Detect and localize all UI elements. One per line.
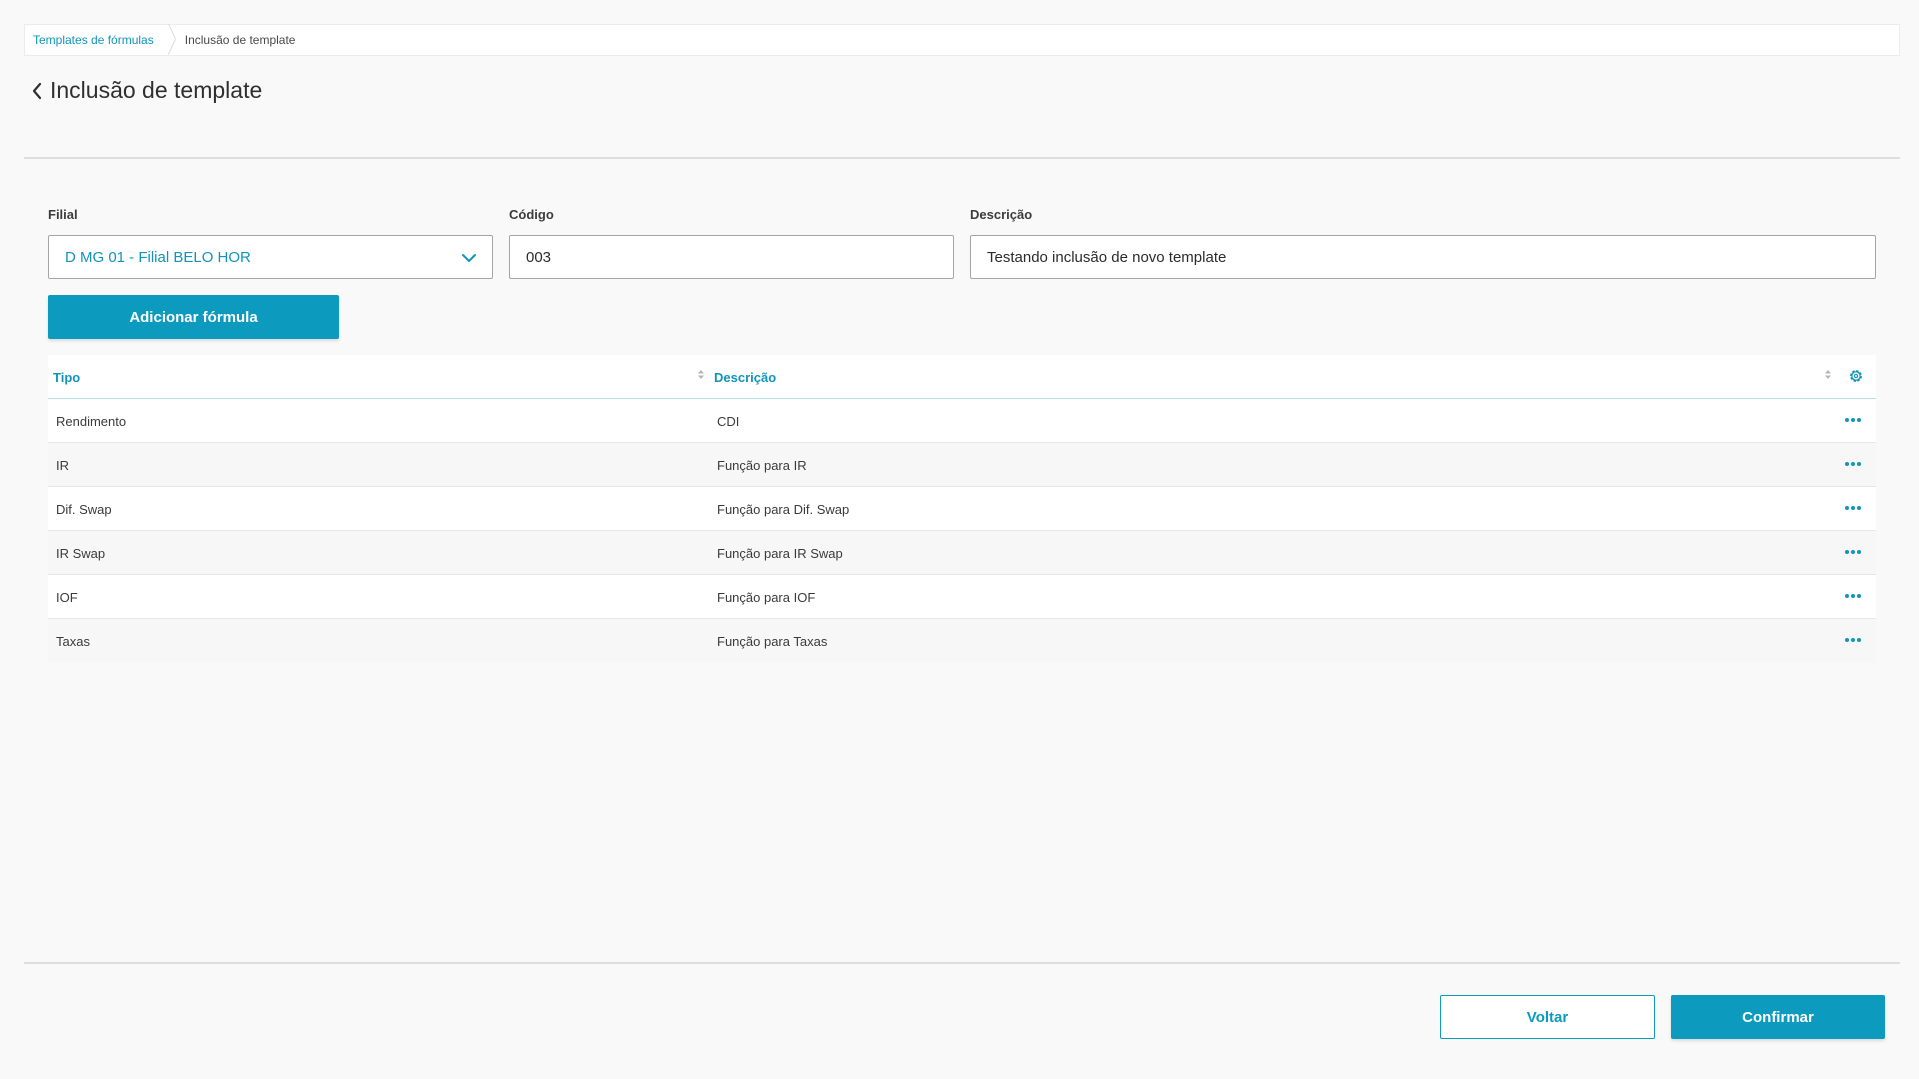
row-actions-button[interactable] bbox=[1842, 453, 1864, 475]
cell-descricao: Função para Taxas bbox=[717, 633, 828, 649]
table-row: Taxas Função para Taxas bbox=[48, 619, 1876, 663]
breadcrumb-link-templates[interactable]: Templates de fórmulas bbox=[33, 33, 154, 47]
row-actions-button[interactable] bbox=[1842, 541, 1864, 563]
breadcrumb-separator bbox=[164, 24, 173, 56]
more-horizontal-icon bbox=[1845, 462, 1861, 466]
cell-tipo: IR Swap bbox=[56, 545, 106, 561]
codigo-input[interactable] bbox=[509, 235, 954, 279]
page-header: Inclusão de template bbox=[28, 62, 262, 120]
back-button[interactable] bbox=[28, 78, 46, 104]
filial-select[interactable]: D MG 01 - Filial BELO HOR bbox=[48, 235, 493, 279]
cell-descricao: Função para IR bbox=[717, 457, 807, 473]
cell-descricao: CDI bbox=[717, 413, 740, 429]
filial-select-value: D MG 01 - Filial BELO HOR bbox=[65, 248, 251, 266]
cell-tipo: IR bbox=[56, 457, 69, 473]
chevron-down-icon bbox=[462, 254, 476, 262]
descricao-label: Descrição bbox=[970, 207, 1033, 222]
table-row: IR Função para IR bbox=[48, 443, 1876, 487]
breadcrumb-current: Inclusão de template bbox=[184, 33, 296, 47]
page-title: Inclusão de template bbox=[50, 77, 263, 104]
sort-icon[interactable] bbox=[1824, 368, 1832, 382]
descricao-input[interactable] bbox=[970, 235, 1876, 279]
sort-icon[interactable] bbox=[697, 368, 705, 382]
more-horizontal-icon bbox=[1845, 418, 1861, 422]
codigo-label: Código bbox=[509, 207, 554, 222]
cell-tipo: Taxas bbox=[56, 633, 90, 649]
column-header-tipo[interactable]: Tipo bbox=[53, 355, 80, 399]
table-row: IOF Função para IOF bbox=[48, 575, 1876, 619]
filial-label: Filial bbox=[48, 207, 78, 222]
confirm-button[interactable]: Confirmar bbox=[1671, 995, 1885, 1039]
header-divider bbox=[24, 157, 1900, 159]
more-horizontal-icon bbox=[1845, 594, 1861, 598]
back-footer-button[interactable]: Voltar bbox=[1440, 995, 1655, 1039]
cell-tipo: IOF bbox=[56, 589, 78, 605]
table-row: Rendimento CDI bbox=[48, 399, 1876, 443]
gear-icon[interactable] bbox=[1848, 368, 1864, 384]
cell-descricao: Função para Dif. Swap bbox=[717, 501, 850, 517]
row-actions-button[interactable] bbox=[1842, 585, 1864, 607]
formulas-table: Tipo Descrição Rendimento CDI IR Função … bbox=[48, 355, 1876, 663]
cell-descricao: Função para IOF bbox=[717, 589, 816, 605]
column-header-descricao[interactable]: Descrição bbox=[714, 355, 776, 399]
row-actions-button[interactable] bbox=[1842, 409, 1864, 431]
table-row: Dif. Swap Função para Dif. Swap bbox=[48, 487, 1876, 531]
cell-tipo: Dif. Swap bbox=[56, 501, 112, 517]
cell-descricao: Função para IR Swap bbox=[717, 545, 843, 561]
add-formula-button[interactable]: Adicionar fórmula bbox=[48, 295, 339, 339]
cell-tipo: Rendimento bbox=[56, 413, 127, 429]
more-horizontal-icon bbox=[1845, 550, 1861, 554]
more-horizontal-icon bbox=[1845, 638, 1861, 642]
table-header: Tipo Descrição bbox=[48, 355, 1876, 399]
breadcrumb: Templates de fórmulas Inclusão de templa… bbox=[24, 24, 1900, 56]
table-row: IR Swap Função para IR Swap bbox=[48, 531, 1876, 575]
chevron-left-icon bbox=[32, 82, 42, 100]
row-actions-button[interactable] bbox=[1842, 497, 1864, 519]
row-actions-button[interactable] bbox=[1842, 629, 1864, 651]
more-horizontal-icon bbox=[1845, 506, 1861, 510]
footer-divider bbox=[24, 962, 1900, 964]
